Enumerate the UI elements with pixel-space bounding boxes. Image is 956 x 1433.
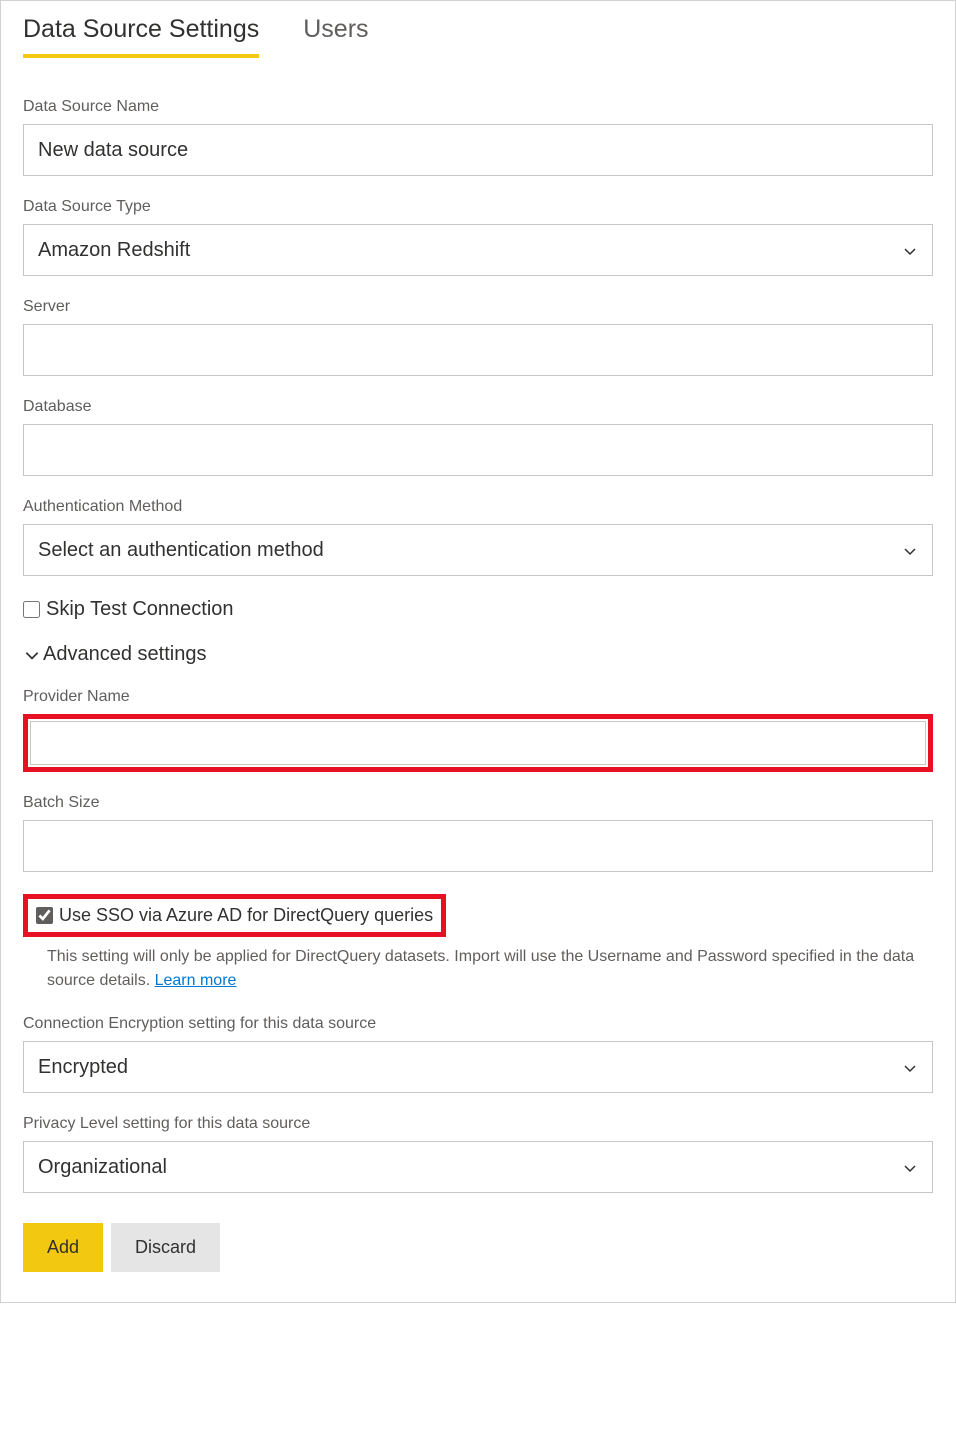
chevron-down-icon <box>902 242 918 258</box>
sso-checkbox[interactable] <box>36 907 53 924</box>
batch-size-input[interactable] <box>23 820 933 872</box>
tab-users[interactable]: Users <box>303 15 368 58</box>
sso-label: Use SSO via Azure AD for DirectQuery que… <box>59 905 433 926</box>
server-label: Server <box>23 298 933 316</box>
auth-method-label: Authentication Method <box>23 498 933 516</box>
skip-test-label: Skip Test Connection <box>46 598 234 621</box>
server-input[interactable] <box>23 324 933 376</box>
batch-size-label: Batch Size <box>23 794 933 812</box>
field-provider-name: Provider Name <box>23 688 933 772</box>
database-input[interactable] <box>23 424 933 476</box>
data-source-name-input[interactable] <box>23 124 933 176</box>
chevron-down-icon <box>902 1059 918 1075</box>
data-source-type-label: Data Source Type <box>23 198 933 216</box>
chevron-down-icon <box>23 646 41 664</box>
privacy-value: Organizational <box>38 1156 902 1179</box>
encryption-select[interactable]: Encrypted <box>23 1041 933 1093</box>
data-source-name-label: Data Source Name <box>23 98 933 116</box>
data-source-type-select[interactable]: Amazon Redshift <box>23 224 933 276</box>
field-data-source-name: Data Source Name <box>23 98 933 176</box>
encryption-value: Encrypted <box>38 1056 902 1079</box>
advanced-settings-toggle[interactable]: Advanced settings <box>23 643 933 666</box>
tab-bar: Data Source Settings Users <box>23 1 933 58</box>
provider-name-label: Provider Name <box>23 688 933 706</box>
privacy-select[interactable]: Organizational <box>23 1141 933 1193</box>
database-label: Database <box>23 398 933 416</box>
provider-name-input[interactable] <box>30 721 926 765</box>
discard-button[interactable]: Discard <box>111 1223 220 1272</box>
field-sso: Use SSO via Azure AD for DirectQuery que… <box>23 894 933 993</box>
field-skip-test: Skip Test Connection <box>23 598 933 621</box>
add-button[interactable]: Add <box>23 1223 103 1272</box>
auth-method-value: Select an authentication method <box>38 539 902 562</box>
skip-test-checkbox[interactable] <box>23 601 40 618</box>
field-auth-method: Authentication Method Select an authenti… <box>23 498 933 576</box>
chevron-down-icon <box>902 542 918 558</box>
sso-highlight: Use SSO via Azure AD for DirectQuery que… <box>23 894 446 937</box>
field-encryption: Connection Encryption setting for this d… <box>23 1015 933 1093</box>
learn-more-link[interactable]: Learn more <box>155 972 237 989</box>
field-privacy: Privacy Level setting for this data sour… <box>23 1115 933 1193</box>
field-batch-size: Batch Size <box>23 794 933 872</box>
auth-method-select[interactable]: Select an authentication method <box>23 524 933 576</box>
sso-helper-text: This setting will only be applied for Di… <box>47 945 933 993</box>
provider-name-highlight <box>23 714 933 772</box>
field-data-source-type: Data Source Type Amazon Redshift <box>23 198 933 276</box>
encryption-label: Connection Encryption setting for this d… <box>23 1015 933 1033</box>
advanced-settings-label: Advanced settings <box>43 643 206 666</box>
tab-data-source-settings[interactable]: Data Source Settings <box>23 15 259 58</box>
field-database: Database <box>23 398 933 476</box>
privacy-label: Privacy Level setting for this data sour… <box>23 1115 933 1133</box>
data-source-form: Data Source Settings Users Data Source N… <box>0 0 956 1303</box>
chevron-down-icon <box>902 1159 918 1175</box>
field-server: Server <box>23 298 933 376</box>
button-row: Add Discard <box>23 1223 933 1272</box>
data-source-type-value: Amazon Redshift <box>38 239 902 262</box>
